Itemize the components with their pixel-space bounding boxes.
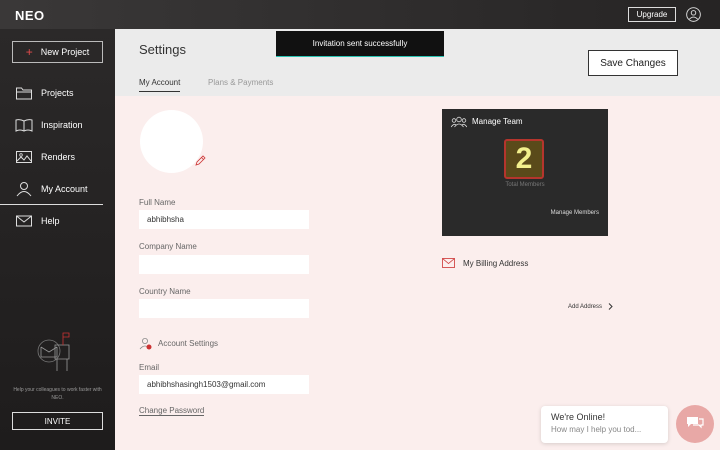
email-label: Email — [139, 363, 160, 372]
sidebar-item-inspiration[interactable]: Inspiration — [0, 109, 115, 141]
email-input[interactable]: abhibhshasingh1503@gmail.com — [139, 375, 309, 394]
save-changes-button[interactable]: Save Changes — [588, 50, 678, 76]
toast-notification: Invitation sent successfully — [276, 31, 444, 57]
full-name-input[interactable]: abhibhsha — [139, 210, 309, 229]
full-name-label: Full Name — [139, 198, 176, 207]
top-bar: NEO Upgrade — [0, 0, 720, 29]
company-name-label: Company Name — [139, 242, 197, 251]
pencil-edit-icon[interactable] — [193, 154, 207, 168]
sidebar-nav: Projects Inspiration Renders My Account … — [0, 77, 115, 237]
book-icon — [15, 119, 33, 132]
manage-team-title: Manage Team — [472, 117, 523, 126]
sidebar-item-label: Inspiration — [41, 120, 83, 130]
brand-logo[interactable]: NEO — [15, 8, 45, 23]
account-settings-label: Account Settings — [158, 339, 219, 348]
sidebar-item-my-account[interactable]: My Account — [0, 173, 103, 205]
invite-button[interactable]: INVITE — [12, 412, 103, 430]
sidebar-item-projects[interactable]: Projects — [0, 77, 115, 109]
mail-icon — [442, 258, 455, 268]
upgrade-button[interactable]: Upgrade — [628, 7, 676, 22]
add-address-label: Add Address — [568, 303, 603, 310]
account-settings-heading: Account Settings — [139, 337, 218, 350]
chevron-right-icon — [608, 303, 613, 310]
tab-my-account[interactable]: My Account — [139, 78, 181, 92]
manage-team-card: Manage Team 2 Total Members Manage Membe… — [442, 109, 608, 236]
folder-icon — [16, 87, 32, 100]
billing-address-heading: My Billing Address — [442, 258, 528, 268]
profile-icon[interactable] — [686, 7, 701, 22]
chat-title: We're Online! — [551, 412, 606, 422]
change-password-link[interactable]: Change Password — [139, 406, 205, 416]
sidebar-item-help[interactable]: Help — [0, 205, 115, 237]
mailbox-illustration-icon — [37, 332, 70, 371]
chat-bubble[interactable]: We're Online! How may I help you tod... — [541, 406, 668, 443]
chat-launcher-button[interactable] — [676, 405, 714, 443]
team-icon — [451, 116, 467, 128]
new-project-label: New Project — [40, 47, 90, 57]
user-settings-icon — [139, 338, 152, 350]
add-address-link[interactable]: Add Address — [568, 303, 613, 310]
sidebar-item-renders[interactable]: Renders — [0, 141, 115, 173]
chat-subtitle: How may I help you tod... — [551, 425, 642, 434]
plus-icon: + — [25, 45, 33, 59]
sidebar-item-label: Projects — [41, 88, 74, 98]
page-title: Settings — [139, 42, 186, 57]
sidebar-item-label: Help — [41, 216, 60, 226]
user-icon — [16, 181, 32, 196]
billing-title: My Billing Address — [463, 258, 529, 268]
sidebar-item-label: My Account — [41, 183, 88, 194]
mail-icon — [16, 215, 32, 227]
country-name-input[interactable] — [139, 299, 309, 318]
sidebar-item-label: Renders — [41, 152, 76, 162]
new-project-button[interactable]: + New Project — [12, 41, 103, 63]
total-members-label: Total Members — [505, 182, 545, 188]
sidebar: + New Project Projects Inspiration Rende… — [0, 29, 115, 450]
image-icon — [16, 151, 32, 163]
invite-help-text: Help your colleagues to work faster with… — [13, 387, 102, 401]
member-count: 2 — [504, 139, 544, 179]
manage-members-link[interactable]: Manage Members — [551, 210, 599, 216]
chat-icon — [687, 417, 704, 429]
tab-plans-payments[interactable]: Plans & Payments — [208, 78, 273, 92]
company-name-input[interactable] — [139, 255, 309, 274]
country-name-label: Country Name — [139, 287, 191, 296]
